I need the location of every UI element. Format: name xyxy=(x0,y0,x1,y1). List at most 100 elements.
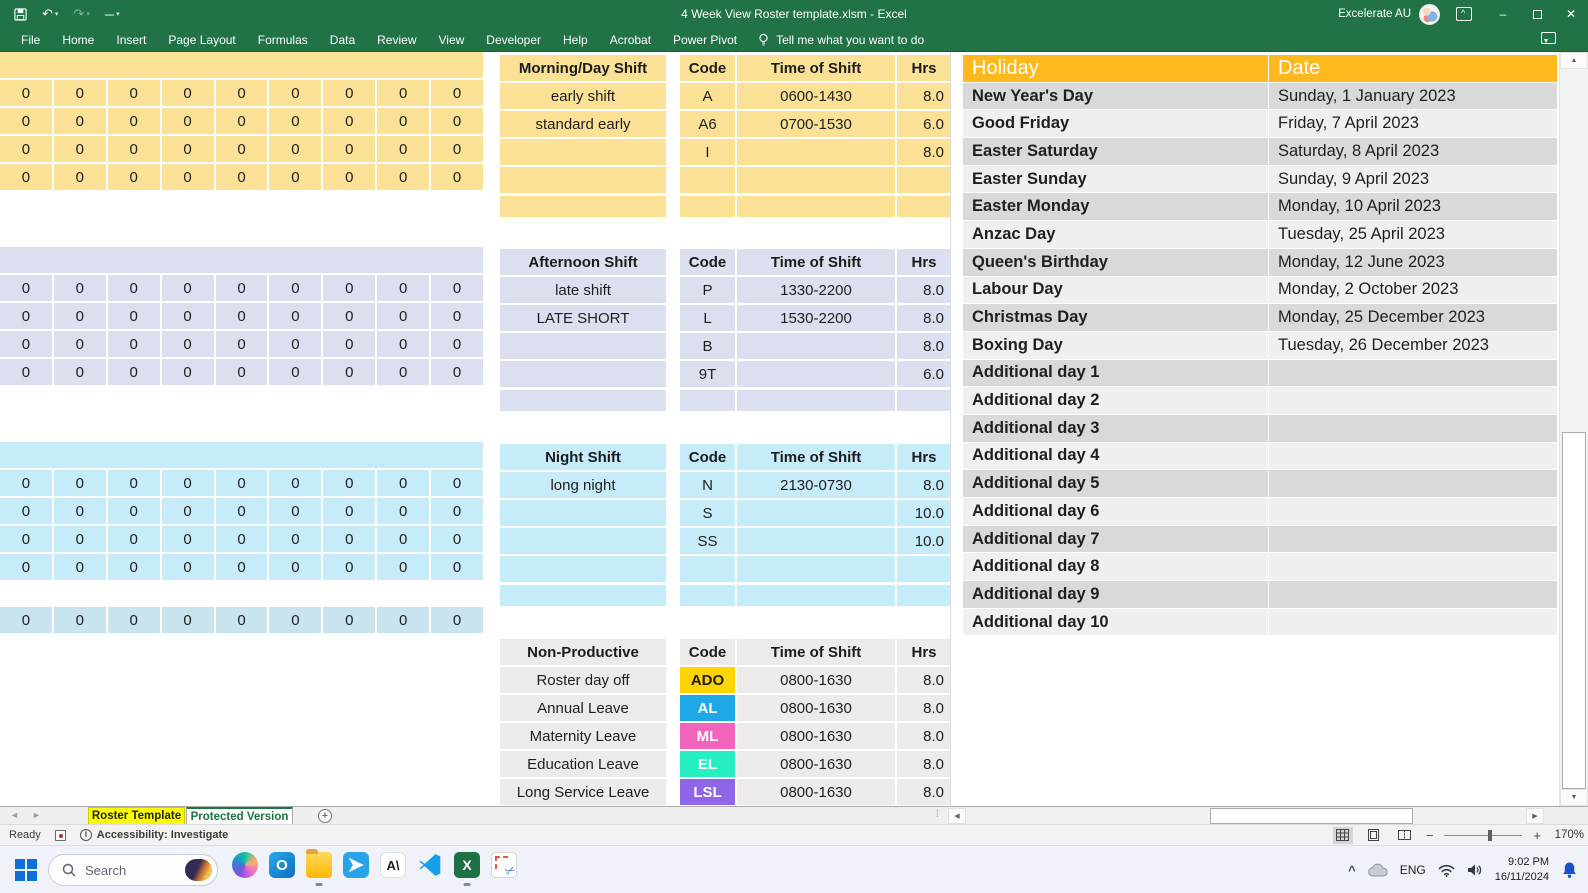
total-cell[interactable]: 0 xyxy=(108,275,160,301)
total-cell[interactable]: 0 xyxy=(108,303,160,329)
total-cell[interactable]: 0 xyxy=(0,108,52,134)
total-cell[interactable]: 0 xyxy=(108,470,160,496)
holiday-date-cell[interactable] xyxy=(1269,387,1557,414)
comments-icon[interactable] xyxy=(1541,32,1556,44)
zoom-level[interactable]: 170% xyxy=(1552,829,1584,841)
scroll-right-button[interactable]: ▶ xyxy=(1526,808,1544,824)
hrs-cell[interactable]: 10.0 xyxy=(897,500,951,526)
holiday-date-cell[interactable]: Tuesday, 26 December 2023 xyxy=(1269,332,1557,359)
sheet-nav-next-icon[interactable]: ► xyxy=(32,810,41,820)
a-backslash-app-icon[interactable]: A\ xyxy=(380,852,406,878)
total-cell[interactable]: 0 xyxy=(269,80,321,106)
zoom-in-button[interactable]: + xyxy=(1533,828,1541,843)
notification-bell-icon[interactable] xyxy=(1561,861,1578,879)
total-cell[interactable]: 0 xyxy=(162,470,214,496)
total-cell[interactable]: 0 xyxy=(431,80,483,106)
hrs-cell[interactable]: 8.0 xyxy=(897,751,951,777)
sheet-tab-roster-template[interactable]: Roster Template xyxy=(88,807,185,825)
minimize-button[interactable]: – xyxy=(1486,0,1520,28)
close-button[interactable]: ✕ xyxy=(1554,0,1588,28)
total-cell[interactable]: 0 xyxy=(108,80,160,106)
holiday-name-cell[interactable]: Christmas Day xyxy=(963,304,1268,331)
total-cell[interactable]: 0 xyxy=(431,331,483,357)
sheet-nav-prev-icon[interactable]: ◄ xyxy=(10,810,19,820)
hrs-cell[interactable]: 8.0 xyxy=(897,695,951,721)
volume-icon[interactable] xyxy=(1467,863,1483,877)
time-cell[interactable]: 2130-0730 xyxy=(737,472,895,498)
shift-label-cell[interactable]: standard early xyxy=(500,111,666,137)
shift-label-cell[interactable] xyxy=(500,556,666,582)
tab-insert[interactable]: Insert xyxy=(105,28,157,52)
total-cell[interactable]: 0 xyxy=(269,498,321,524)
total-cell[interactable]: 0 xyxy=(377,498,429,524)
total-cell[interactable]: 0 xyxy=(108,331,160,357)
holiday-name-cell[interactable]: Additional day 9 xyxy=(963,581,1268,608)
total-cell[interactable]: 0 xyxy=(269,526,321,552)
total-cell[interactable]: 0 xyxy=(323,331,375,357)
total-cell[interactable]: 0 xyxy=(54,498,106,524)
total-cell[interactable]: 0 xyxy=(431,498,483,524)
shift-label-cell[interactable] xyxy=(500,361,666,387)
time-cell[interactable]: 0800-1630 xyxy=(737,751,895,777)
total-cell[interactable]: 0 xyxy=(431,164,483,190)
total-cell[interactable]: 0 xyxy=(323,108,375,134)
zoom-out-button[interactable]: − xyxy=(1426,828,1434,843)
total-cell[interactable]: 0 xyxy=(0,136,52,162)
total-cell[interactable]: 0 xyxy=(431,303,483,329)
hrs-cell[interactable]: 8.0 xyxy=(897,667,951,693)
holiday-date-cell[interactable]: Sunday, 1 January 2023 xyxy=(1269,83,1557,110)
total-cell[interactable]: 0 xyxy=(108,359,160,385)
zoom-slider[interactable] xyxy=(1444,835,1522,836)
scrollbar-splitter-handle[interactable]: ⁞ xyxy=(936,809,938,820)
onedrive-cloud-icon[interactable] xyxy=(1368,863,1388,877)
total-cell[interactable]: 0 xyxy=(323,136,375,162)
zoom-slider-thumb[interactable] xyxy=(1488,830,1492,841)
code-cell[interactable]: L xyxy=(680,305,735,331)
total-cell[interactable]: 0 xyxy=(0,498,52,524)
total-cell[interactable]: 0 xyxy=(323,359,375,385)
time-cell[interactable] xyxy=(737,139,895,165)
holiday-name-cell[interactable]: Additional day 7 xyxy=(963,526,1268,553)
vscode-icon[interactable] xyxy=(417,852,443,878)
holiday-date-cell[interactable]: Monday, 25 December 2023 xyxy=(1269,304,1557,331)
tab-power-pivot[interactable]: Power Pivot xyxy=(662,28,748,52)
total-cell[interactable]: 0 xyxy=(431,136,483,162)
total-cell[interactable]: 0 xyxy=(377,554,429,580)
total-cell[interactable]: 0 xyxy=(54,359,106,385)
leave-code-cell[interactable]: EL xyxy=(680,751,735,777)
file-explorer-icon[interactable] xyxy=(306,852,332,878)
time-cell[interactable] xyxy=(737,528,895,554)
total-cell[interactable]: 0 xyxy=(54,331,106,357)
shift-label-cell[interactable] xyxy=(500,139,666,165)
holiday-name-cell[interactable]: Easter Monday xyxy=(963,193,1268,220)
total-cell[interactable]: 0 xyxy=(323,80,375,106)
hrs-cell[interactable]: 8.0 xyxy=(897,139,951,165)
blank-band[interactable] xyxy=(680,585,951,606)
vertical-scroll-thumb[interactable] xyxy=(1562,432,1586,789)
total-cell[interactable]: 0 xyxy=(269,136,321,162)
outlook-icon[interactable]: O xyxy=(269,852,295,878)
total-cell[interactable]: 0 xyxy=(216,303,268,329)
hrs-cell[interactable]: 8.0 xyxy=(897,333,951,359)
tab-file[interactable]: File xyxy=(10,28,51,52)
holiday-date-cell[interactable] xyxy=(1269,526,1557,553)
total-cell[interactable]: 0 xyxy=(377,108,429,134)
total-cell[interactable]: 0 xyxy=(108,498,160,524)
total-cell[interactable]: 0 xyxy=(54,303,106,329)
holiday-name-cell[interactable]: Good Friday xyxy=(963,110,1268,137)
code-cell[interactable]: 9T xyxy=(680,361,735,387)
code-cell[interactable]: A6 xyxy=(680,111,735,137)
scroll-up-button[interactable]: ▲ xyxy=(1560,52,1588,69)
totals-header-band[interactable] xyxy=(0,442,483,468)
total-cell[interactable]: 0 xyxy=(431,359,483,385)
total-cell[interactable]: 0 xyxy=(162,607,214,633)
holiday-name-cell[interactable]: Additional day 8 xyxy=(963,553,1268,580)
shift-label-cell[interactable]: Long Service Leave xyxy=(500,779,666,805)
tab-developer[interactable]: Developer xyxy=(475,28,552,52)
code-cell[interactable] xyxy=(680,167,735,193)
time-cell[interactable] xyxy=(737,361,895,387)
total-cell[interactable]: 0 xyxy=(162,526,214,552)
total-cell[interactable]: 0 xyxy=(323,303,375,329)
code-cell[interactable]: N xyxy=(680,472,735,498)
total-cell[interactable]: 0 xyxy=(108,607,160,633)
